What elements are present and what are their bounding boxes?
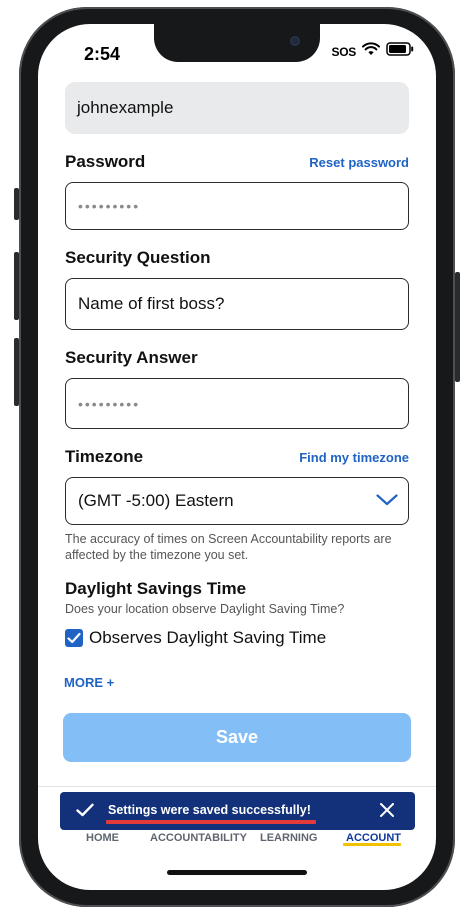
account-form: johnexample Password Reset password ••••… <box>65 82 409 648</box>
security-answer-label-row: Security Answer <box>65 348 409 370</box>
battery-icon <box>386 42 414 61</box>
dst-question: Does your location observe Daylight Savi… <box>65 602 345 616</box>
active-tab-indicator <box>343 843 401 846</box>
tabbar-divider <box>38 786 436 787</box>
tab-home[interactable]: HOME <box>86 832 119 844</box>
save-button[interactable]: Save <box>63 713 411 762</box>
status-time: 2:54 <box>84 44 121 64</box>
sos-indicator: SOS <box>331 44 357 59</box>
volume-up-button <box>14 252 19 320</box>
reset-password-link[interactable]: Reset password <box>309 155 409 170</box>
dst-checkbox-label: Observes Daylight Saving Time <box>89 628 327 647</box>
tab-accountability[interactable]: ACCOUNTABILITY <box>150 832 247 844</box>
password-label-row: Password Reset password <box>65 152 409 174</box>
password-value: ••••••••• <box>78 198 141 214</box>
wifi-icon <box>362 42 380 61</box>
toast-message: Settings were saved successfully! <box>108 803 311 817</box>
security-question-label: Security Question <box>65 248 211 267</box>
password-label: Password <box>65 152 146 171</box>
success-toast: Settings were saved successfully! <box>60 792 415 830</box>
find-my-timezone-link[interactable]: Find my timezone <box>299 450 409 465</box>
chevron-down-icon <box>376 491 398 511</box>
security-question-label-row: Security Question <box>65 248 409 270</box>
mute-switch <box>14 188 19 220</box>
volume-down-button <box>14 338 19 406</box>
dst-title: Daylight Savings Time <box>65 579 247 598</box>
power-button <box>455 272 460 382</box>
security-answer-input[interactable]: ••••••••• <box>65 378 409 429</box>
annotation-underline <box>106 820 316 824</box>
tab-bar: HOME ACCOUNTABILITY LEARNING ACCOUNT <box>38 828 436 850</box>
timezone-select[interactable]: (GMT -5:00) Eastern <box>65 477 409 525</box>
dst-checkbox-row[interactable]: Observes Daylight Saving Time <box>65 628 409 648</box>
timezone-help-text: The accuracy of times on Screen Accounta… <box>65 532 392 562</box>
status-icons: SOS <box>332 42 414 61</box>
more-link[interactable]: MORE + <box>64 675 114 690</box>
tab-learning[interactable]: LEARNING <box>260 832 317 844</box>
password-input[interactable]: ••••••••• <box>65 182 409 230</box>
checkmark-icon <box>76 803 94 822</box>
security-question-value: Name of first boss? <box>78 294 225 313</box>
notch <box>154 24 320 62</box>
timezone-value: (GMT -5:00) Eastern <box>78 491 234 510</box>
screen: 2:54 SOS johnexample Password Reset pass… <box>38 24 436 890</box>
timezone-label: Timezone <box>65 447 144 466</box>
timezone-label-row: Timezone Find my timezone <box>65 447 409 469</box>
camera-icon <box>290 36 300 46</box>
close-icon[interactable] <box>380 803 394 822</box>
security-answer-label: Security Answer <box>65 348 198 367</box>
security-question-input[interactable]: Name of first boss? <box>65 278 409 330</box>
username-field[interactable]: johnexample <box>65 82 409 134</box>
dst-checkbox[interactable] <box>65 629 83 647</box>
home-indicator[interactable] <box>167 870 307 875</box>
security-answer-value: ••••••••• <box>78 395 141 412</box>
